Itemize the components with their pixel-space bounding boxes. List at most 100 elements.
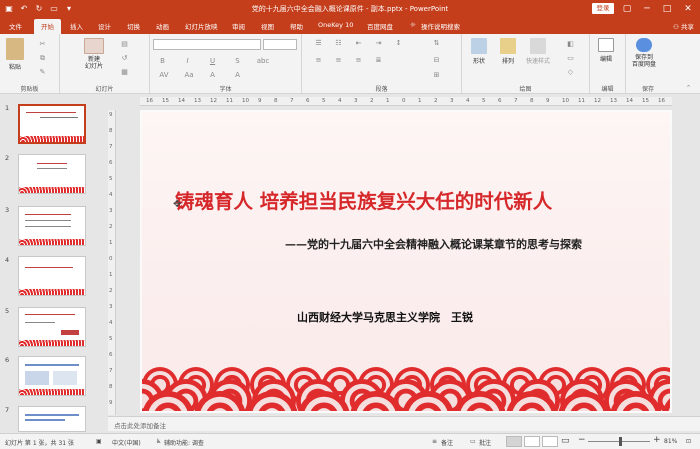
numbering-icon[interactable]: ☷ bbox=[334, 39, 343, 47]
group-label-edit: 编辑 bbox=[601, 86, 614, 93]
ruler-tick: 7 bbox=[109, 144, 113, 150]
tab-baidu[interactable]: 百度网盘 bbox=[367, 21, 393, 31]
smartart-icon[interactable]: ⊞ bbox=[432, 71, 441, 79]
align-text-icon[interactable]: ⊟ bbox=[432, 56, 441, 64]
notes-button[interactable]: 备注 bbox=[441, 438, 453, 447]
edit-button[interactable]: 编辑 bbox=[598, 38, 614, 63]
slide-title[interactable]: 铸魂育人 培养担当民族复兴大任的时代新人 bbox=[175, 185, 552, 214]
increase-indent-icon[interactable]: ⇥ bbox=[374, 39, 383, 47]
shape-effects-icon[interactable]: ◇ bbox=[566, 68, 575, 76]
slide-thumbnail-4[interactable] bbox=[18, 256, 86, 296]
tab-home[interactable]: 开始 bbox=[34, 19, 61, 34]
font-size-select[interactable] bbox=[263, 39, 297, 50]
tab-file[interactable]: 文件 bbox=[9, 21, 22, 31]
ruler-tick: 4 bbox=[466, 98, 470, 104]
tab-view[interactable]: 视图 bbox=[261, 21, 274, 31]
zoom-slider-thumb[interactable] bbox=[619, 437, 622, 446]
slide[interactable]: 铸魂育人 培养担当民族复兴大任的时代新人 ——党的十九届六中全会精神融入概论课某… bbox=[142, 112, 670, 411]
copy-icon[interactable]: ⧉ bbox=[38, 54, 47, 62]
bold-button[interactable]: B bbox=[158, 57, 167, 65]
baidu-cloud-icon bbox=[636, 38, 652, 52]
shadow-button[interactable]: S bbox=[233, 57, 242, 65]
arrange-button[interactable]: 排列 bbox=[500, 38, 516, 65]
slideshow-view-icon[interactable]: ▭ bbox=[561, 436, 570, 446]
login-button[interactable]: 登录 bbox=[592, 3, 614, 14]
tab-slideshow[interactable]: 幻灯片放映 bbox=[185, 21, 218, 31]
normal-view-button[interactable] bbox=[506, 436, 522, 447]
share-button[interactable]: ⚇ 共享 bbox=[673, 21, 694, 31]
bullets-icon[interactable]: ☰ bbox=[314, 39, 323, 47]
ruler-tick: 3 bbox=[450, 98, 454, 104]
slide-canvas: 铸魂育人 培养担当民族复兴大任的时代新人 ——党的十九届六中全会精神融入概论课某… bbox=[140, 110, 672, 413]
vertical-scrollbar[interactable] bbox=[690, 97, 698, 415]
tab-design[interactable]: 设计 bbox=[98, 21, 111, 31]
thumb-number: 4 bbox=[5, 256, 10, 264]
format-painter-icon[interactable]: ✎ bbox=[38, 68, 47, 76]
paste-button[interactable]: 粘贴 bbox=[6, 38, 24, 71]
change-case-button[interactable]: Aa bbox=[183, 71, 195, 79]
ruler-tick: 15 bbox=[642, 98, 649, 104]
section-icon[interactable]: ▦ bbox=[120, 68, 129, 76]
sorter-view-button[interactable] bbox=[524, 436, 540, 447]
font-color-button[interactable]: A bbox=[233, 71, 242, 79]
justify-icon[interactable]: ≣ bbox=[374, 56, 383, 64]
tab-onekey[interactable]: OneKey 10 bbox=[318, 21, 353, 29]
tab-help[interactable]: 帮助 bbox=[290, 21, 303, 31]
group-label-drawing: 绘图 bbox=[519, 86, 532, 93]
italic-button[interactable]: I bbox=[183, 57, 192, 65]
fit-slide-icon[interactable]: ⊡ bbox=[686, 438, 691, 445]
slide-thumbnail-3[interactable] bbox=[18, 206, 86, 246]
slide-thumbnail-6[interactable] bbox=[18, 356, 86, 396]
highlight-button[interactable]: A bbox=[208, 71, 217, 79]
zoom-in-icon[interactable]: + bbox=[653, 435, 661, 445]
notes-pane[interactable]: 点击此处添加备注 bbox=[108, 416, 700, 431]
reset-icon[interactable]: ↺ bbox=[120, 54, 129, 62]
layout-icon[interactable]: ▤ bbox=[120, 40, 129, 48]
paste-label: 粘贴 bbox=[8, 64, 21, 71]
align-left-icon[interactable]: ≡ bbox=[314, 56, 323, 64]
ruler-tick: 4 bbox=[109, 320, 113, 326]
reading-view-button[interactable] bbox=[542, 436, 558, 447]
collapse-ribbon-icon[interactable]: ⌃ bbox=[684, 84, 693, 92]
align-center-icon[interactable]: ≡ bbox=[334, 56, 343, 64]
accessibility-status[interactable]: 辅助功能: 调查 bbox=[164, 438, 204, 447]
slide-thumbnail-5[interactable] bbox=[18, 307, 86, 347]
slide-author[interactable]: 山西财经大学马克思主义学院 王锐 bbox=[297, 309, 473, 325]
shapes-button[interactable]: 形状 bbox=[471, 38, 487, 65]
new-slide-button[interactable]: 新建 幻灯片 bbox=[84, 38, 104, 70]
slide-thumbnail-2[interactable] bbox=[18, 154, 86, 194]
language-status[interactable]: 中文(中国) bbox=[112, 438, 141, 447]
shapes-icon bbox=[471, 38, 487, 54]
tab-insert[interactable]: 插入 bbox=[70, 21, 83, 31]
maximize-icon[interactable]: □ bbox=[660, 2, 674, 16]
decrease-indent-icon[interactable]: ⇤ bbox=[354, 39, 363, 47]
tab-review[interactable]: 审阅 bbox=[232, 21, 245, 31]
text-direction-icon[interactable]: ⇅ bbox=[432, 39, 441, 47]
minimize-icon[interactable]: ─ bbox=[640, 2, 654, 16]
strikethrough-button[interactable]: abc bbox=[256, 57, 270, 65]
close-icon[interactable]: ✕ bbox=[681, 2, 695, 16]
tell-me-search[interactable]: 操作说明搜索 bbox=[421, 21, 460, 31]
slide-thumbnail-7[interactable] bbox=[18, 406, 86, 432]
align-right-icon[interactable]: ≡ bbox=[354, 56, 363, 64]
underline-button[interactable]: U bbox=[208, 57, 217, 65]
tab-animations[interactable]: 动画 bbox=[156, 21, 169, 31]
line-spacing-icon[interactable]: ↕ bbox=[394, 39, 403, 47]
comments-button[interactable]: 批注 bbox=[479, 438, 491, 447]
ribbon-display-icon[interactable]: ▢ bbox=[620, 2, 634, 16]
shape-fill-icon[interactable]: ◧ bbox=[566, 40, 575, 48]
spellcheck-icon[interactable]: ▣ bbox=[96, 438, 102, 445]
cut-icon[interactable]: ✂ bbox=[38, 40, 47, 48]
char-spacing-button[interactable]: AV bbox=[158, 71, 170, 79]
zoom-out-icon[interactable]: − bbox=[578, 435, 586, 445]
zoom-level[interactable]: 81% bbox=[664, 438, 677, 445]
slide-subtitle[interactable]: ——党的十九届六中全会精神融入概论课某章节的思考与探索 bbox=[285, 236, 582, 252]
shape-outline-icon[interactable]: ▭ bbox=[566, 54, 575, 62]
slide-thumbnail-1[interactable] bbox=[18, 104, 86, 144]
vertical-ruler: 9 8 7 6 5 4 3 2 1 0 1 2 3 4 5 6 7 8 9 bbox=[108, 110, 116, 415]
quick-styles-button[interactable]: 快速样式 bbox=[526, 38, 550, 65]
tab-transitions[interactable]: 切换 bbox=[127, 21, 140, 31]
font-name-select[interactable] bbox=[153, 39, 261, 50]
save-to-baidu-button[interactable]: 保存到 百度网盘 bbox=[632, 38, 656, 68]
ruler-tick: 9 bbox=[109, 112, 113, 118]
